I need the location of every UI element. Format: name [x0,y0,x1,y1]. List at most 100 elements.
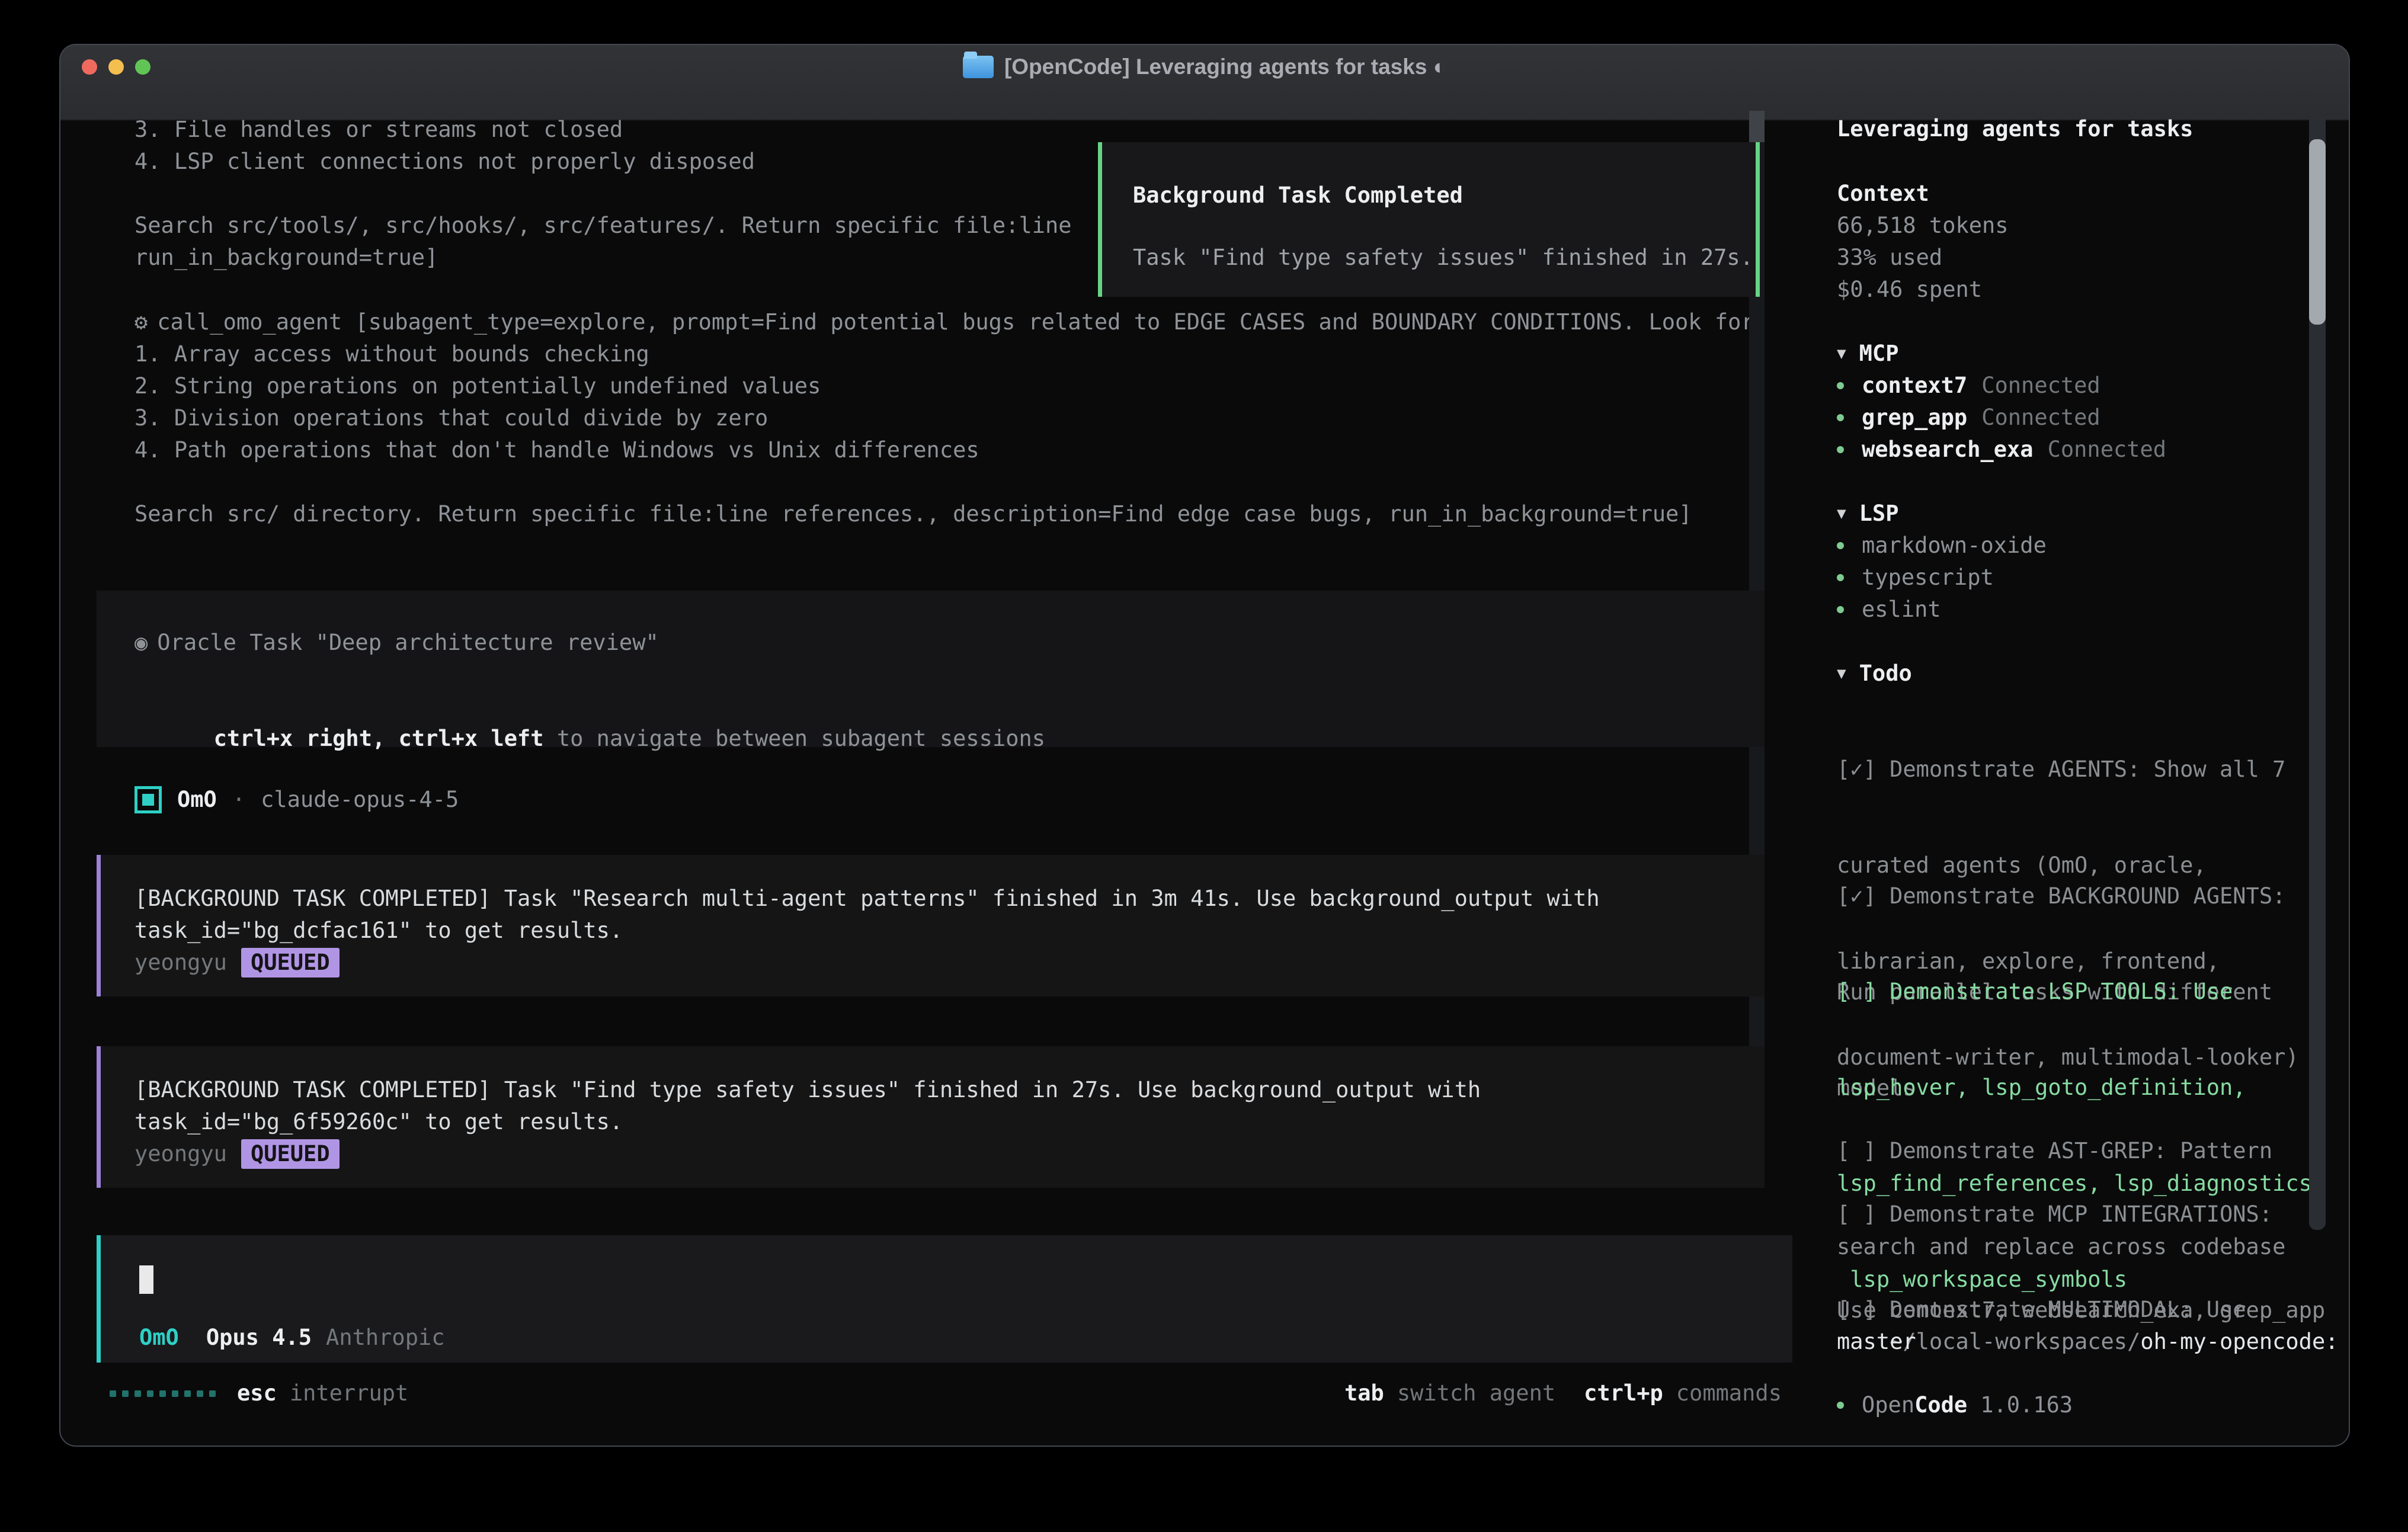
commands-label: commands [1676,1377,1782,1409]
tool-call-line: 3. Division operations that could divide… [135,402,768,434]
todo-section-header[interactable]: ▼ Todo [1837,658,1912,690]
mcp-item: websearch_exa Connected [1837,434,2166,466]
omo-agent-icon [135,786,162,813]
message-author: yeongyu [135,947,227,979]
chevron-down-icon: ▼ [1837,338,1846,370]
lsp-name: typescript [1862,562,1994,594]
status-dot-icon [1837,1402,1844,1409]
mcp-item: grep_app Connected [1837,402,2100,434]
gear-icon: ⚙ [135,306,148,338]
mcp-heading: MCP [1859,338,1899,370]
fisheye-icon: ◉ [135,627,148,659]
spinner-dots [110,1390,216,1397]
scrollback-line: 4. LSP client connections not properly d… [135,146,755,178]
mcp-status: Connected [2048,434,2166,466]
workspace-repo: oh-my-opencode: [2140,1329,2338,1354]
status-dot-icon [1837,574,1844,581]
tool-call-line: 1. Array access without bounds checking [135,338,649,370]
background-task-message: [BACKGROUND TASK COMPLETED] Task "Find t… [97,1046,1765,1188]
main-scrollbar-thumb[interactable] [1749,111,1765,142]
version-number: 1.0.163 [1980,1389,2073,1421]
agent-session-header: OmO · claude-opus-4-5 [135,784,459,816]
background-task-message: [BACKGROUND TASK COMPLETED] Task "Resear… [97,855,1765,996]
esc-key-hint: esc [237,1377,277,1409]
message-line: [BACKGROUND TASK COMPLETED] Task "Resear… [135,883,1600,915]
version-suffix: Code [1914,1389,1967,1421]
tool-call-line: 4. Path operations that don't handle Win… [135,434,979,466]
ctrlp-key-hint: ctrl+p [1584,1377,1663,1409]
notification-title: Background Task Completed [1133,180,1463,211]
git-branch: master [1837,1326,1916,1358]
oracle-panel: ◉ Oracle Task "Deep architecture review"… [97,591,1765,747]
todo-line: [✓] Demonstrate AGENTS: Show all 7 [1837,754,2299,786]
todo-heading: Todo [1859,658,1912,690]
message-line: [BACKGROUND TASK COMPLETED] Task "Find t… [135,1074,1481,1106]
message-line: task_id="bg_6f59260c" to get results. [135,1106,623,1138]
oracle-title: Oracle Task "Deep architecture review" [157,627,658,659]
agent-model: claude-opus-4-5 [261,784,459,816]
mcp-name: websearch_exa [1862,434,2034,466]
status-dot-icon [1837,414,1844,421]
lsp-name: markdown-oxide [1862,530,2047,562]
version-prefix: Open [1862,1389,1914,1421]
context-tokens: 66,518 tokens [1837,210,2009,242]
chevron-down-icon: ▼ [1837,498,1846,530]
oracle-hint: ctrl+x right, ctrl+x left to navigate be… [135,691,1045,723]
status-dot-icon [1837,542,1844,549]
tool-call-text: call_omo_agent [subagent_type=explore, p… [157,306,1754,338]
context-heading: Context [1837,178,1929,210]
notification-body: Task "Find type safety issues" finished … [1133,242,1753,274]
input-provider: Anthropic [326,1322,444,1354]
queued-badge: QUEUED [241,948,340,977]
lsp-section-header[interactable]: ▼ LSP [1837,498,1898,530]
queued-badge: QUEUED [241,1139,340,1169]
tool-call-line: Search src/ directory. Return specific f… [135,498,1692,530]
tool-call-line: 2. String operations on potentially unde… [135,370,821,402]
mcp-name: context7 [1862,370,1967,402]
message-author: yeongyu [135,1138,227,1170]
window-titlebar[interactable]: [OpenCode] Leveraging agents for tasks ◐ [60,45,2349,121]
oracle-hint-keys: ctrl+x right, ctrl+x left [214,726,544,751]
input-agent-name: OmO [139,1322,179,1354]
separator-dot: · [232,784,245,816]
task-notification[interactable]: Background Task Completed Task "Find typ… [1098,142,1760,297]
status-bar-right: tab switch agent ctrl+p commands [1344,1377,1782,1409]
context-used: 33% used [1837,242,1942,274]
scrollback-line: Search src/tools/, src/hooks/, src/featu… [135,210,1072,242]
lsp-name: eslint [1862,594,1941,626]
tab-key-hint: tab [1344,1377,1384,1409]
todo-line: [✓] Demonstrate BACKGROUND AGENTS: [1837,880,2285,912]
chevron-down-icon: ▼ [1837,658,1846,690]
scrollback-line: run_in_background=true] [135,242,438,274]
status-dot-icon [1837,446,1844,453]
message-line: task_id="bg_dcfac161" to get results. [135,915,623,947]
workspace-path: ~/local-workspaces/oh-my-opencode: [1837,1294,2339,1326]
window-title: [OpenCode] Leveraging agents for tasks ◐ [1004,55,1446,79]
switch-agent-label: switch agent [1397,1377,1555,1409]
chat-input[interactable]: OmO Opus 4.5 Anthropic [97,1235,1792,1363]
scrollback-line: 3. File handles or streams not closed [135,114,623,146]
interrupt-label: interrupt [290,1377,408,1409]
oracle-title-line: ◉ Oracle Task "Deep architecture review" [135,627,659,659]
mcp-status: Connected [1981,370,2100,402]
status-dot-icon [1837,606,1844,613]
opencode-version: OpenCode 1.0.163 [1837,1389,2073,1421]
todo-line: [ ] Demonstrate LSP TOOLS: Use [1837,976,2325,1008]
oracle-hint-rest: to navigate between subagent sessions [544,726,1045,751]
lsp-item: typescript [1837,562,1994,594]
mcp-item: context7 Connected [1837,370,2100,402]
status-bar-left: esc interrupt [110,1377,408,1409]
mcp-section-header[interactable]: ▼ MCP [1837,338,1898,370]
status-dot-icon [1837,382,1844,389]
message-meta: yeongyu QUEUED [135,1138,340,1170]
agent-name: OmO [177,784,217,816]
message-meta: yeongyu QUEUED [135,947,340,979]
context-spent: $0.46 spent [1837,274,1982,306]
folder-icon [963,56,994,78]
lsp-item: eslint [1837,594,1941,626]
desktop: [OpenCode] Leveraging agents for tasks ◐… [0,0,2408,1532]
mcp-status: Connected [1981,402,2100,434]
sidebar-title: Leveraging agents for tasks [1837,113,2193,145]
tool-call-header: ⚙ call_omo_agent [subagent_type=explore,… [135,306,1754,338]
sidebar-scrollbar-thumb[interactable] [2309,139,2326,325]
